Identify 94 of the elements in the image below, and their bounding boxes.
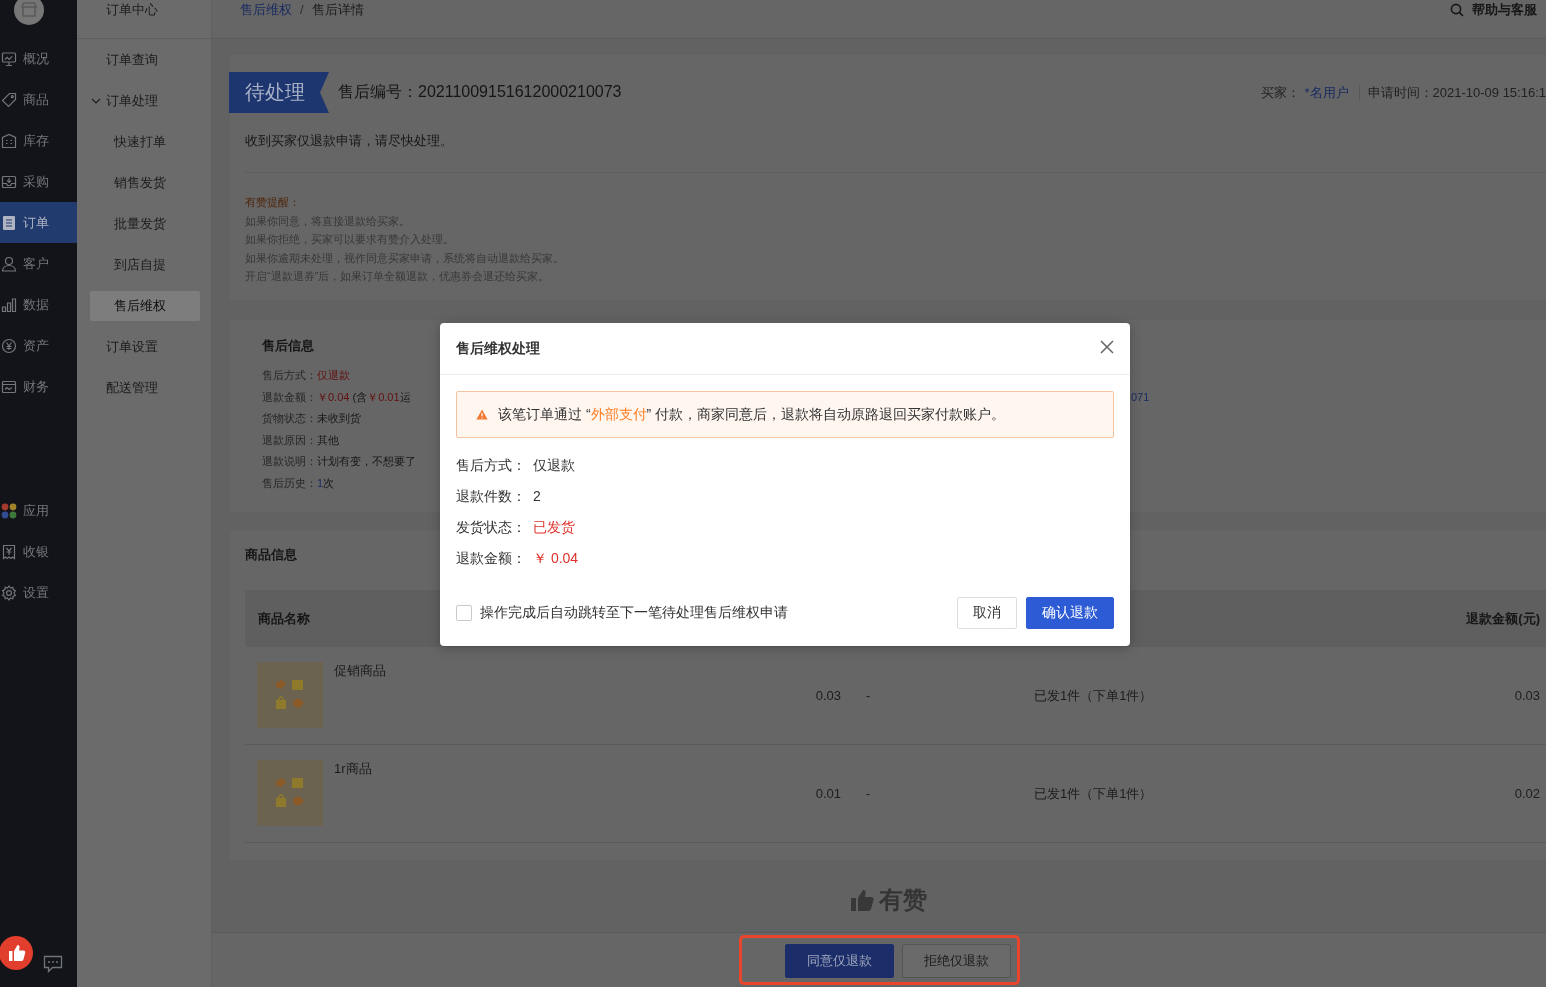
building-icon [1, 132, 17, 149]
inbox-icon [1, 173, 17, 190]
menu-item[interactable]: 订单设置 [77, 326, 211, 367]
info-value: 071 [1131, 390, 1150, 403]
breadcrumb-link[interactable]: 售后维权 [240, 0, 292, 20]
field-label: 退款金额： [456, 549, 527, 568]
sidebar-item[interactable]: 设置 [0, 572, 77, 613]
field-label: 售后方式： [456, 456, 527, 475]
menu-item[interactable]: 批量发货 [90, 208, 200, 239]
presentation-board-icon [1, 50, 17, 67]
field-value: 已发货 [533, 518, 575, 537]
breadcrumb-current: 售后详情 [311, 1, 364, 19]
applied-time: 申请时间：2021-10-09 15:16:1 [1367, 83, 1546, 102]
table-cell: 0.03 [1514, 688, 1540, 703]
table-cell: 0.02 [1514, 786, 1540, 801]
column-header: 商品名称 [258, 609, 310, 628]
approve-button[interactable]: 同意仅退款 [784, 944, 894, 978]
info-value: ￥0.04 (含￥0.01运 [317, 389, 411, 405]
yen-coin-icon [1, 337, 17, 354]
help-link[interactable]: 帮助与客服 [1450, 0, 1537, 20]
menu-item[interactable]: 售后维权 [90, 290, 200, 321]
chevron-icon [91, 97, 101, 104]
table-cell: - [866, 786, 871, 801]
document-icon [1, 214, 17, 231]
info-value: 其他 [317, 432, 339, 448]
table-cell: 0.01 [815, 786, 841, 801]
field-value: ￥ 0.04 [533, 549, 579, 568]
confirm-button[interactable]: 确认退款 [1026, 597, 1114, 629]
table-cell: 0.03 [815, 688, 841, 703]
menu-item[interactable]: 订单查询 [77, 39, 211, 80]
dialog-title: 售后维权处理 [456, 339, 540, 358]
sidebar-item[interactable]: 订单 [0, 202, 77, 243]
info-value: 仅退款 [317, 368, 350, 383]
table-cell: - [866, 688, 871, 703]
sidebar-item[interactable]: 商品 [0, 79, 77, 120]
sidebar-item[interactable]: 资产 [0, 325, 77, 366]
thumbs-up-icon [849, 888, 874, 912]
notice-text: 收到买家仅退款申请，请尽快处理。 [245, 132, 453, 150]
wallet-icon [1, 378, 17, 395]
menu-item[interactable]: 销售发货 [90, 167, 200, 198]
sidebar-item[interactable]: 收银 [0, 531, 77, 572]
status-ribbon: 待处理 [229, 72, 329, 113]
sidebar-item[interactable]: 采购 [0, 161, 77, 202]
info-label: 售后方式： [262, 368, 317, 383]
product-thumbnail [257, 760, 323, 826]
after-sale-number: 售后编号：20211009151612000210073 [338, 82, 622, 102]
sidebar-item[interactable]: 库存 [0, 120, 77, 161]
sidebar-item[interactable]: 客户 [0, 243, 77, 284]
cancel-button[interactable]: 取消 [957, 597, 1017, 629]
bar-chart-icon [1, 296, 17, 313]
buyer-label: 买家： [1261, 83, 1301, 102]
tag-icon [1, 91, 17, 108]
table-cell: 已发1件（下单1件） [1034, 784, 1153, 803]
chat-icon[interactable] [43, 955, 63, 973]
column-header: 退款金额(元) [1466, 609, 1540, 628]
product-thumbnail [257, 662, 323, 728]
info-value: 计划有变，不想要了 [317, 454, 416, 470]
sidebar-item[interactable]: 概况 [0, 38, 77, 79]
menu-group[interactable]: 订单处理 [77, 80, 211, 121]
field-value: 2 [533, 487, 541, 506]
four-dots-icon [1, 502, 17, 519]
buyer-link[interactable]: *名用户 [1304, 83, 1349, 102]
menu-item[interactable]: 到店自提 [90, 249, 200, 280]
sidebar-item[interactable]: 应用 [0, 490, 77, 531]
section-title: 售后信息 [262, 337, 314, 355]
product-name: 1r商品 [334, 760, 372, 778]
info-value: 1次 [317, 475, 335, 491]
info-value: 未收到货 [317, 411, 361, 427]
menu-item[interactable]: 配送管理 [77, 367, 211, 408]
sidebar-item[interactable]: 数据 [0, 284, 77, 325]
person-icon [1, 255, 17, 272]
alert-text: 该笔订单通过 “外部支付” 付款，商家同意后，退款将自动原路退回买家付款账户。 [498, 405, 1006, 424]
warning-icon [476, 409, 488, 420]
search-icon [1450, 3, 1464, 17]
receipt-icon [1, 543, 17, 560]
field-label: 退款件数： [456, 487, 527, 506]
field-label: 发货状态： [456, 518, 527, 537]
table-cell: 已发1件（下单1件） [1034, 686, 1153, 705]
tips-title: 有赞提醒： [245, 195, 300, 210]
breadcrumb-separator: / [300, 1, 304, 19]
settings-icon [1, 584, 17, 601]
menu-title: 订单中心 [77, 0, 211, 39]
checkbox-label[interactable]: 操作完成后自动跳转至下一笔待处理售后维权申请 [480, 604, 788, 622]
close-button[interactable] [1099, 338, 1115, 355]
close-icon [1100, 339, 1114, 354]
product-name: 促销商品 [334, 662, 386, 680]
menu-item[interactable]: 快速打单 [90, 126, 200, 157]
sidebar-item[interactable]: 财务 [0, 366, 77, 407]
checkbox[interactable] [456, 605, 472, 621]
section-title: 商品信息 [245, 546, 297, 564]
reject-button[interactable]: 拒绝仅退款 [901, 944, 1011, 978]
thumbs-up-badge-icon[interactable] [0, 936, 33, 970]
store-avatar-icon [14, 0, 44, 25]
field-value: 仅退款 [533, 456, 575, 475]
